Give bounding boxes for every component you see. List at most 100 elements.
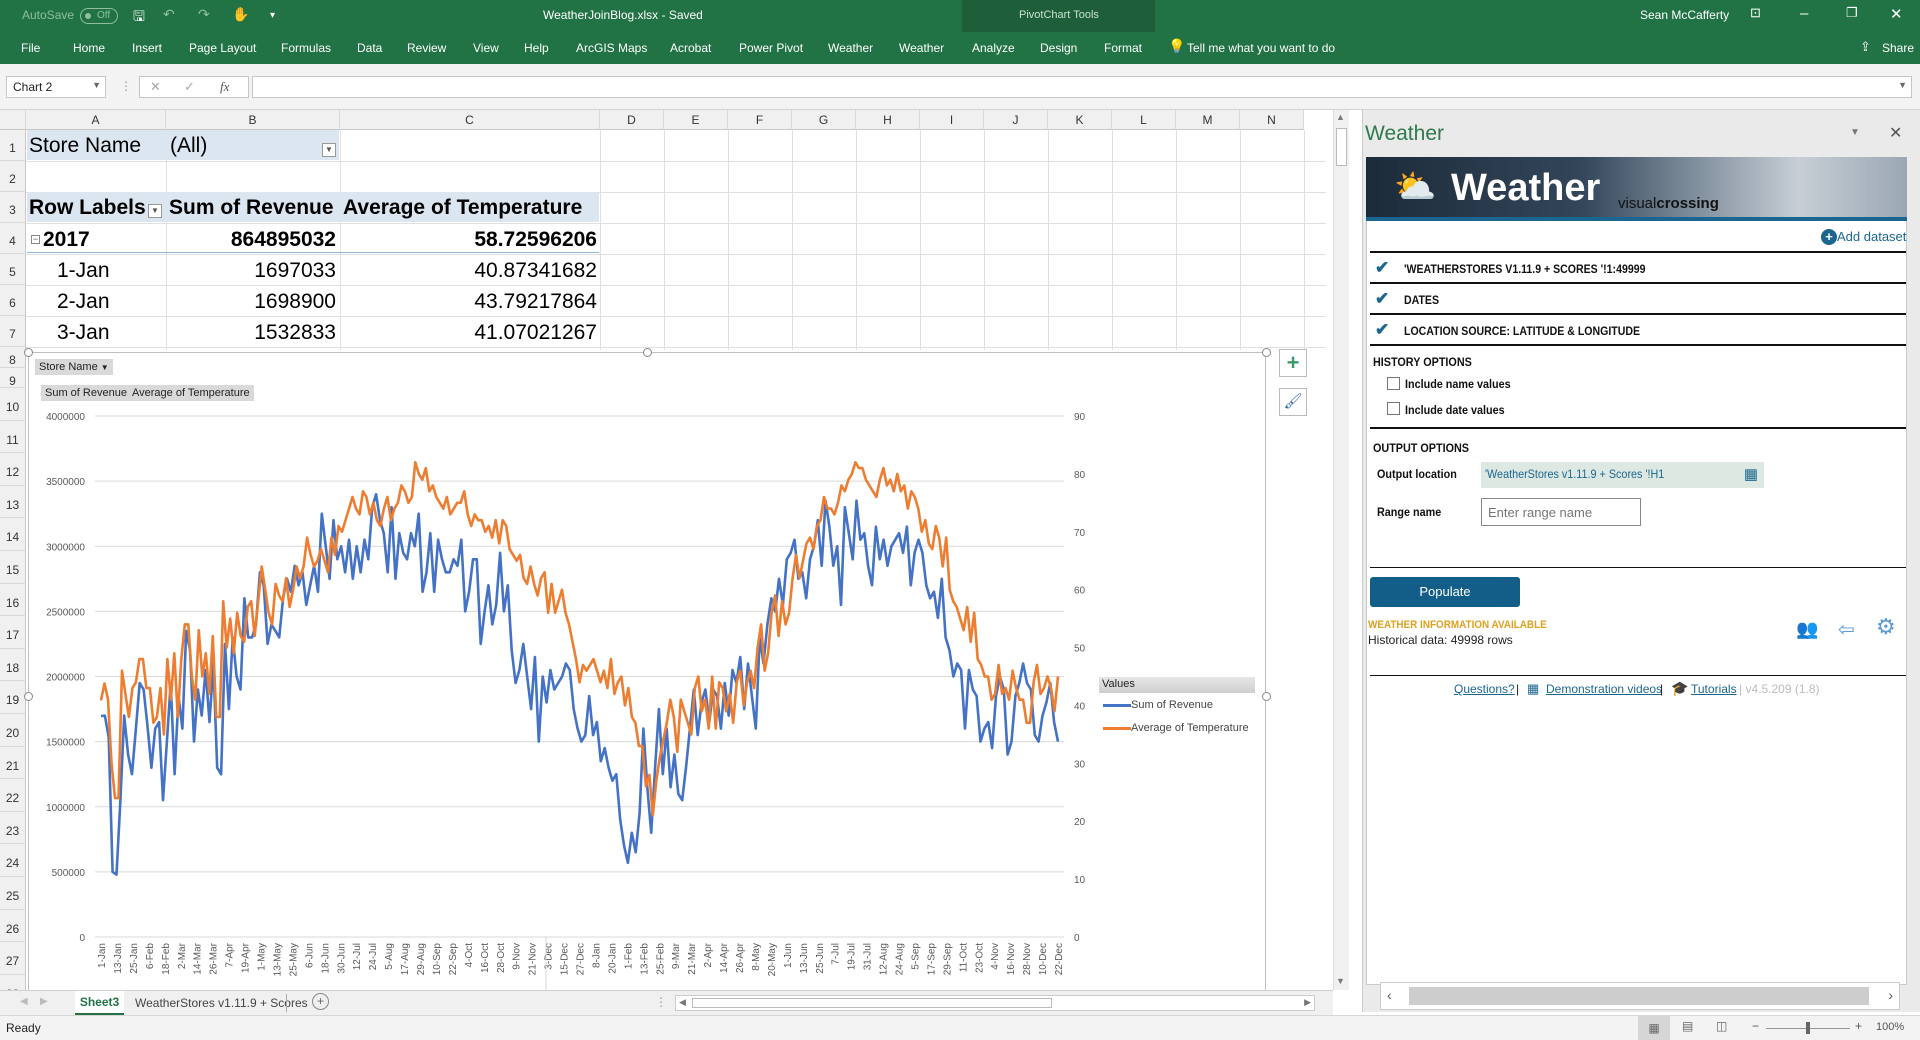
sheet-horizontal-scrollbar[interactable]: ◀ ▶ <box>675 995 1315 1011</box>
row-header[interactable]: 26 <box>0 909 26 943</box>
select-range-icon[interactable]: ▦ <box>1744 465 1758 483</box>
tab-help[interactable]: Help <box>524 41 549 55</box>
column-header[interactable]: M <box>1176 110 1240 130</box>
row-header[interactable]: 5 <box>0 254 26 285</box>
row-header[interactable]: 15 <box>0 551 26 584</box>
users-icon[interactable]: 👥 <box>1796 619 1818 640</box>
minimize-icon[interactable]: – <box>1800 5 1808 22</box>
include-name-values-checkbox[interactable] <box>1387 377 1400 390</box>
touch-mode-icon[interactable]: ✋ <box>232 6 249 23</box>
sheet-tab-weatherstores[interactable]: WeatherStores v1.11.9 + Scores <box>135 996 308 1010</box>
include-date-values-checkbox[interactable] <box>1387 402 1400 415</box>
step-dates[interactable]: DATES <box>1404 293 1439 307</box>
normal-view-icon[interactable]: ▦ <box>1638 1016 1670 1040</box>
scroll-down-icon[interactable]: ▼ <box>1336 976 1345 986</box>
chart-styles-button[interactable]: 🖌 <box>1279 388 1307 416</box>
restore-icon[interactable]: ❐ <box>1846 5 1858 21</box>
tell-me-search[interactable]: Tell me what you want to do <box>1187 41 1335 55</box>
prev-sheet-icon[interactable]: ◀ <box>20 996 28 1007</box>
insert-function-icon[interactable]: fx <box>220 79 229 95</box>
row-header[interactable]: 19 <box>0 681 26 714</box>
row-header[interactable]: 8 <box>0 347 26 368</box>
tab-weather-2[interactable]: Weather <box>899 41 944 55</box>
row-header[interactable]: 11 <box>0 420 26 454</box>
output-location-field[interactable]: 'WeatherStores v1.11.9 + Scores '!H1 ▦ <box>1481 462 1764 488</box>
tab-arcgis-maps[interactable]: ArcGIS Maps <box>576 41 647 55</box>
column-header[interactable]: J <box>984 110 1048 130</box>
tab-view[interactable]: View <box>473 41 499 55</box>
column-header[interactable]: B <box>166 110 340 130</box>
collapse-icon[interactable]: − <box>31 235 40 244</box>
row-header[interactable]: 10 <box>0 388 26 421</box>
undo-icon[interactable]: ↶ <box>163 6 175 23</box>
next-sheet-icon[interactable]: ▶ <box>40 996 48 1007</box>
tutorials-link[interactable]: Tutorials <box>1691 682 1737 696</box>
step-dataset[interactable]: 'WEATHERSTORES V1.11.9 + SCORES '!1:4999… <box>1404 262 1645 276</box>
row-header[interactable]: 3 <box>0 192 26 223</box>
scroll-thumb[interactable] <box>1336 128 1347 166</box>
tab-weather-1[interactable]: Weather <box>828 41 873 55</box>
zoom-out-icon[interactable]: − <box>1752 1019 1759 1033</box>
row-header[interactable]: 21 <box>0 746 26 780</box>
scroll-left-icon[interactable]: ◀ <box>679 997 686 1008</box>
page-layout-view-icon[interactable]: ▤ <box>1682 1019 1693 1033</box>
row-header[interactable]: 18 <box>0 648 26 682</box>
row-header[interactable]: 9 <box>0 368 26 388</box>
select-all-corner[interactable] <box>0 110 26 130</box>
row-header[interactable]: 20 <box>0 714 26 747</box>
demo-videos-link[interactable]: Demonstration videos <box>1546 682 1662 696</box>
user-name[interactable]: Sean McCafferty <box>1640 8 1729 22</box>
tab-format[interactable]: Format <box>1104 41 1142 55</box>
column-header[interactable]: A <box>26 110 166 130</box>
scroll-up-icon[interactable]: ▲ <box>1336 112 1345 122</box>
tab-file[interactable]: File <box>21 41 40 55</box>
save-icon[interactable]: 🖫 <box>133 6 145 30</box>
chart-elements-button[interactable]: + <box>1279 349 1307 377</box>
pane-horizontal-scrollbar[interactable]: ‹ › <box>1380 982 1900 1010</box>
tab-design[interactable]: Design <box>1040 41 1077 55</box>
filter-dropdown-icon[interactable]: ▼ <box>322 143 336 157</box>
sign-out-icon[interactable]: ⇦ <box>1838 617 1855 642</box>
chevron-down-icon[interactable]: ▼ <box>92 80 101 90</box>
zoom-in-icon[interactable]: + <box>1855 1019 1862 1033</box>
enter-icon[interactable]: ✓ <box>184 79 195 95</box>
row-header[interactable]: 16 <box>0 583 26 617</box>
tab-acrobat[interactable]: Acrobat <box>670 41 711 55</box>
column-header[interactable]: H <box>856 110 920 130</box>
populate-button[interactable]: Populate <box>1370 577 1520 607</box>
customize-qat-icon[interactable]: ▾ <box>270 10 275 21</box>
range-name-input[interactable] <box>1481 498 1641 526</box>
row-header[interactable]: 12 <box>0 453 26 486</box>
tab-home[interactable]: Home <box>73 41 105 55</box>
name-box[interactable]: Chart 2 ▼ <box>6 76 106 98</box>
row-header[interactable]: 17 <box>0 616 26 649</box>
resize-handle-top-right[interactable] <box>1262 348 1271 357</box>
row-header[interactable]: 7 <box>0 316 26 347</box>
row-header[interactable]: 25 <box>0 877 26 910</box>
column-header[interactable]: G <box>792 110 856 130</box>
include-date-values-label[interactable]: Include date values <box>1405 403 1505 417</box>
step-location-source[interactable]: LOCATION SOURCE: LATITUDE & LONGITUDE <box>1404 324 1640 338</box>
autosave-toggle[interactable]: Off <box>80 8 118 24</box>
tab-analyze[interactable]: Analyze <box>972 41 1015 55</box>
column-header[interactable]: D <box>600 110 664 130</box>
column-header[interactable]: E <box>664 110 728 130</box>
tab-review[interactable]: Review <box>407 41 446 55</box>
tab-data[interactable]: Data <box>357 41 382 55</box>
questions-link[interactable]: Questions? <box>1454 682 1515 696</box>
pivot-chart[interactable]: Store Name ▼ Sum of Revenue Average of T… <box>28 352 1266 993</box>
row-labels-filter-icon[interactable]: ▼ <box>148 204 162 218</box>
row-header[interactable]: 4 <box>0 223 26 254</box>
legend-item-temperature[interactable]: Average of Temperature <box>1103 722 1249 734</box>
add-dataset-link[interactable]: + Add dataset <box>1821 229 1906 245</box>
vertical-scrollbar[interactable]: ▲ ▼ <box>1333 110 1349 990</box>
row-header[interactable]: 2 <box>0 161 26 192</box>
tab-splitter[interactable]: ⋮ <box>655 995 667 1009</box>
settings-gear-icon[interactable]: ⚙ <box>1876 614 1896 640</box>
share-button[interactable]: Share <box>1882 41 1914 55</box>
tab-power-pivot[interactable]: Power Pivot <box>739 41 803 55</box>
pane-options-icon[interactable]: ▼ <box>1850 127 1860 138</box>
tab-page-layout[interactable]: Page Layout <box>189 41 256 55</box>
row-header[interactable]: 13 <box>0 485 26 519</box>
column-header[interactable]: I <box>920 110 984 130</box>
